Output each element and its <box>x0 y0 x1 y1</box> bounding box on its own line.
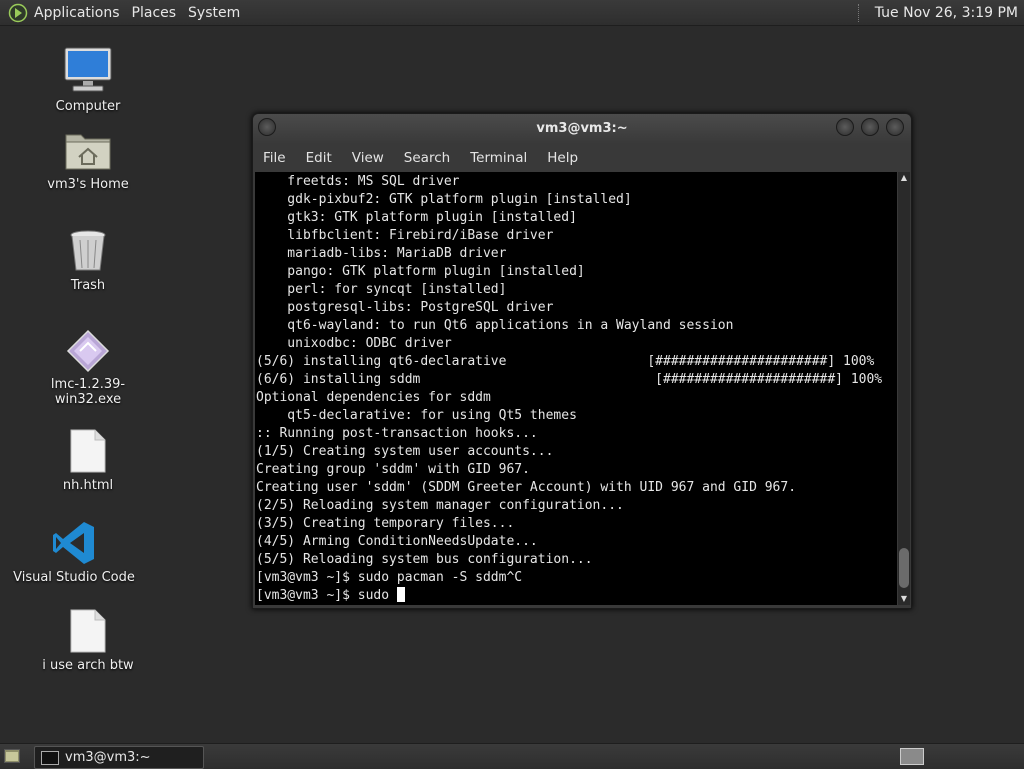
terminal-line: perl: for syncqt [installed] <box>256 282 507 297</box>
trash-icon <box>70 230 106 271</box>
desktop-icon-label: nh.html <box>62 478 114 493</box>
desktop-icon-home[interactable]: vm3's Home <box>18 127 158 192</box>
clock[interactable]: Tue Nov 26, 3:19 PM <box>857 0 1024 25</box>
terminal-titlebar[interactable]: vm3@vm3:~ <box>253 114 911 144</box>
menu-system[interactable]: System <box>184 0 248 25</box>
terminal-line: Creating user 'sddm' (SDDM Greeter Accou… <box>256 480 797 495</box>
desktop-icon-label: lmc-1.2.39-win32.exe <box>50 377 126 407</box>
terminal-line: (6/6) installing sddm [#################… <box>256 372 883 387</box>
desktop-icon-label: Computer <box>55 99 121 114</box>
terminal-line: gtk3: GTK platform plugin [installed] <box>256 210 577 225</box>
terminal-window: vm3@vm3:~ File Edit View Search Terminal… <box>252 113 912 609</box>
taskbar-item-terminal[interactable]: vm3@vm3:~ <box>34 746 204 769</box>
terminal-line: qt6-wayland: to run Qt6 applications in … <box>256 318 734 333</box>
terminal-line: qt5-declarative: for using Qt5 themes <box>256 408 577 423</box>
menu-view[interactable]: View <box>342 150 394 166</box>
menu-applications[interactable]: Applications <box>0 0 128 25</box>
clock-text: Tue Nov 26, 3:19 PM <box>874 4 1018 21</box>
home-folder-icon <box>65 134 111 170</box>
terminal-prompt-line: [vm3@vm3 ~]$ sudo <box>256 587 897 605</box>
desktop-icon-label: i use arch btw <box>42 658 134 673</box>
applications-logo-icon <box>8 3 28 22</box>
workspace-switcher[interactable] <box>900 748 924 765</box>
terminal-scrollbar[interactable]: ▲ ▼ <box>898 172 910 605</box>
desktop-icon-vscode[interactable]: Visual Studio Code <box>4 520 144 585</box>
terminal-line: postgresql-libs: PostgreSQL driver <box>256 300 554 315</box>
terminal-line: freetds: MS SQL driver <box>256 174 460 189</box>
prompt-text: [vm3@vm3 ~]$ sudo <box>256 588 397 603</box>
desktop-icon-computer[interactable]: Computer <box>18 45 158 114</box>
menu-applications-label: Applications <box>34 4 120 21</box>
minimize-button[interactable] <box>836 118 854 136</box>
desktop-icon-label: vm3's Home <box>47 177 129 192</box>
file-icon <box>70 429 106 473</box>
terminal-lines: freetds: MS SQL driver gdk-pixbuf2: GTK … <box>255 172 897 605</box>
menu-places[interactable]: Places <box>128 0 185 25</box>
menu-places-label: Places <box>131 4 177 21</box>
terminal-output[interactable]: freetds: MS SQL driver gdk-pixbuf2: GTK … <box>255 172 897 605</box>
menu-search[interactable]: Search <box>394 150 460 166</box>
menu-file[interactable]: File <box>253 150 296 166</box>
scroll-thumb[interactable] <box>899 548 909 588</box>
text-cursor <box>396 587 405 602</box>
menu-edit[interactable]: Edit <box>296 150 342 166</box>
terminal-line: (4/5) Arming ConditionNeedsUpdate... <box>256 534 538 549</box>
terminal-line: unixodbc: ODBC driver <box>256 336 452 351</box>
terminal-line: (3/5) Creating temporary files... <box>256 516 515 531</box>
desktop-icon-label: Visual Studio Code <box>13 570 135 585</box>
maximize-button[interactable] <box>861 118 879 136</box>
desktop-icon-lmc-exe[interactable]: lmc-1.2.39-win32.exe <box>18 329 158 407</box>
terminal-line: (5/6) installing qt6-declarative [######… <box>256 354 875 369</box>
menu-help[interactable]: Help <box>537 150 588 166</box>
panel-separator <box>857 3 861 22</box>
desktop-icon-trash[interactable]: Trash <box>18 228 158 293</box>
terminal-line: Optional dependencies for sddm <box>256 390 491 405</box>
computer-icon <box>64 47 112 92</box>
desktop-icon-label: Trash <box>70 278 106 293</box>
terminal-line: (2/5) Reloading system manager configura… <box>256 498 624 513</box>
bottom-panel: vm3@vm3:~ <box>0 743 1024 769</box>
taskbar-item-label: vm3@vm3:~ <box>65 750 151 765</box>
close-button[interactable] <box>886 118 904 136</box>
show-desktop-icon[interactable] <box>4 749 20 763</box>
terminal-line: (1/5) Creating system user accounts... <box>256 444 554 459</box>
terminal-line: libfbclient: Firebird/iBase driver <box>256 228 554 243</box>
terminal-icon <box>41 750 59 765</box>
menu-system-label: System <box>188 4 241 21</box>
executable-icon <box>66 329 110 373</box>
desktop-icon-nh-html[interactable]: nh.html <box>18 428 158 493</box>
top-panel: Applications Places System Tue Nov 26, 3… <box>0 0 1024 26</box>
terminal-line: [vm3@vm3 ~]$ sudo pacman -S sddm^C <box>256 570 523 585</box>
scroll-up-arrow-icon[interactable]: ▲ <box>898 172 910 184</box>
file-icon <box>70 609 106 653</box>
terminal-line: Creating group 'sddm' with GID 967. <box>256 462 530 477</box>
menu-terminal[interactable]: Terminal <box>460 150 537 166</box>
terminal-line: gdk-pixbuf2: GTK platform plugin [instal… <box>256 192 632 207</box>
terminal-line: pango: GTK platform plugin [installed] <box>256 264 585 279</box>
terminal-menubar: File Edit View Search Terminal Help <box>253 144 911 172</box>
terminal-line: mariadb-libs: MariaDB driver <box>256 246 507 261</box>
terminal-line: (5/5) Reloading system bus configuration… <box>256 552 593 567</box>
desktop-icon-i-use-arch[interactable]: i use arch btw <box>18 608 158 673</box>
scroll-down-arrow-icon[interactable]: ▼ <box>898 593 910 605</box>
terminal-title: vm3@vm3:~ <box>536 121 628 136</box>
vscode-icon <box>53 522 94 564</box>
terminal-line: :: Running post-transaction hooks... <box>256 426 538 441</box>
